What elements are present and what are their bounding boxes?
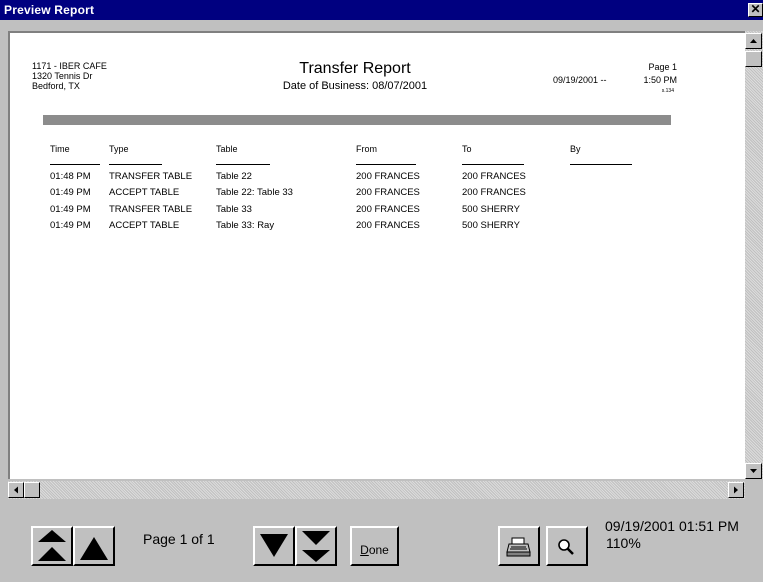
horizontal-scrollbar[interactable] [8, 481, 745, 499]
report-code: s.134 [661, 88, 674, 94]
close-button[interactable]: ✕ [748, 3, 763, 17]
cell-time: 01:49 PM [50, 187, 91, 198]
horizontal-scroll-thumb[interactable] [24, 482, 40, 498]
first-page-icon [38, 530, 66, 561]
store-street: 1320 Tennis Dr [32, 71, 93, 81]
cell-to: 200 FRANCES [462, 171, 526, 182]
column-underline [570, 164, 632, 165]
zoom-level: 110% [606, 535, 641, 551]
preview-report-window: Preview Report ✕ 1171 - IBER CAFE 1320 T… [0, 0, 763, 582]
scroll-left-button[interactable] [8, 482, 24, 498]
page-number: Page 1 [648, 62, 677, 72]
arrow-down-icon [750, 469, 757, 473]
store-address: 1171 - IBER CAFE 1320 Tennis Dr Bedford,… [32, 61, 107, 91]
cell-from: 200 FRANCES [356, 204, 420, 215]
cell-to: 500 SHERRY [462, 204, 520, 215]
column-header-to: To [462, 144, 472, 154]
cell-type: TRANSFER TABLE [109, 171, 193, 182]
prev-page-icon [80, 537, 108, 560]
report-viewport: 1171 - IBER CAFE 1320 Tennis Dr Bedford,… [8, 31, 745, 479]
column-underline [356, 164, 416, 165]
next-page-icon [260, 534, 288, 557]
report-subtitle: Date of Business: 08/07/2001 [282, 80, 428, 92]
report-page: 1171 - IBER CAFE 1320 Tennis Dr Bedford,… [10, 33, 745, 479]
done-button[interactable]: Done [350, 526, 399, 566]
magnifier-icon [558, 539, 574, 555]
cell-time: 01:49 PM [50, 220, 91, 231]
page-indicator: Page 1 of 1 [143, 531, 215, 547]
done-button-label: Done [360, 543, 389, 557]
cell-from: 200 FRANCES [356, 187, 420, 198]
last-page-icon [302, 531, 330, 562]
window-title: Preview Report [4, 3, 95, 17]
column-header-time: Time [50, 144, 70, 154]
column-underline [462, 164, 524, 165]
cell-table: Table 22 [216, 171, 252, 182]
arrow-up-icon [750, 39, 757, 43]
store-name: 1171 - IBER CAFE [32, 61, 107, 71]
title-bar[interactable]: Preview Report ✕ [0, 0, 763, 20]
scroll-right-button[interactable] [728, 482, 744, 498]
column-underline [216, 164, 270, 165]
print-time: 1:50 PM [643, 75, 677, 85]
cell-table: Table 22: Table 33 [216, 187, 293, 198]
vertical-scrollbar[interactable] [745, 31, 763, 479]
next-page-button[interactable] [253, 526, 295, 566]
scroll-up-button[interactable] [745, 33, 762, 49]
column-underline [109, 164, 162, 165]
cell-to: 200 FRANCES [462, 187, 526, 198]
arrow-right-icon [734, 486, 738, 494]
previous-page-button[interactable] [73, 526, 115, 566]
cell-from: 200 FRANCES [356, 171, 420, 182]
column-header-table: Table [216, 144, 238, 154]
column-header-type: Type [109, 144, 129, 154]
column-underline [50, 164, 100, 165]
cell-type: ACCEPT TABLE [109, 187, 180, 198]
zoom-button[interactable] [546, 526, 588, 566]
close-icon: ✕ [750, 2, 761, 16]
printer-icon [506, 537, 531, 557]
scroll-down-button[interactable] [745, 463, 762, 479]
store-city: Bedford, TX [32, 81, 80, 91]
cell-type: TRANSFER TABLE [109, 204, 193, 215]
arrow-left-icon [14, 486, 18, 494]
cell-to: 500 SHERRY [462, 220, 520, 231]
column-header-from: From [356, 144, 377, 154]
report-title: Transfer Report [299, 60, 411, 77]
vertical-scroll-thumb[interactable] [745, 51, 762, 67]
cell-table: Table 33: Ray [216, 220, 275, 231]
print-button[interactable] [498, 526, 540, 566]
cell-table: Table 33 [216, 204, 252, 215]
cell-type: ACCEPT TABLE [109, 220, 180, 231]
column-header-by: By [570, 144, 581, 154]
cell-time: 01:49 PM [50, 204, 91, 215]
cell-from: 200 FRANCES [356, 220, 420, 231]
print-date: 09/19/2001 -- [553, 75, 607, 85]
header-divider [43, 115, 671, 125]
cell-time: 01:48 PM [50, 171, 91, 182]
first-page-button[interactable] [31, 526, 73, 566]
status-datetime: 09/19/2001 01:51 PM [605, 518, 739, 534]
last-page-button[interactable] [295, 526, 337, 566]
